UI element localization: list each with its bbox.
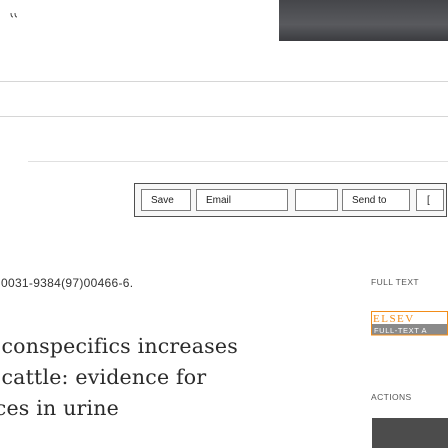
divider	[0, 81, 448, 82]
corner-mark-icon	[10, 12, 18, 18]
divider	[28, 161, 448, 162]
send-to-button[interactable]: Send to	[342, 189, 410, 211]
full-text-label: FULL TEXT	[371, 277, 420, 287]
actions-label: ACTIONS	[371, 392, 412, 402]
logo-brand-text: ELSEV	[373, 313, 415, 325]
article-title-line: ı cattle: evidence for	[0, 365, 207, 389]
header-image	[279, 0, 448, 41]
divider	[0, 116, 448, 117]
actions-button[interactable]	[372, 418, 448, 448]
save-button[interactable]: Save	[141, 189, 191, 211]
logo-subtext: FULL-TEXT A	[374, 326, 427, 335]
article-title-line: ıces in urine	[0, 396, 119, 420]
toolbar-blank-slot[interactable]	[295, 189, 338, 211]
elsevier-full-text-logo-link[interactable]: ELSEV FULL-TEXT A	[371, 311, 448, 339]
article-title: l conspecifics increases ı cattle: evide…	[0, 331, 278, 424]
article-doi: 0031-9384(97)00466-6.	[1, 276, 134, 290]
article-toolbar: Save Email Send to [	[134, 183, 447, 217]
email-button[interactable]: Email	[196, 189, 288, 211]
more-button[interactable]: [	[416, 189, 444, 211]
article-title-line: l conspecifics increases	[0, 334, 238, 358]
